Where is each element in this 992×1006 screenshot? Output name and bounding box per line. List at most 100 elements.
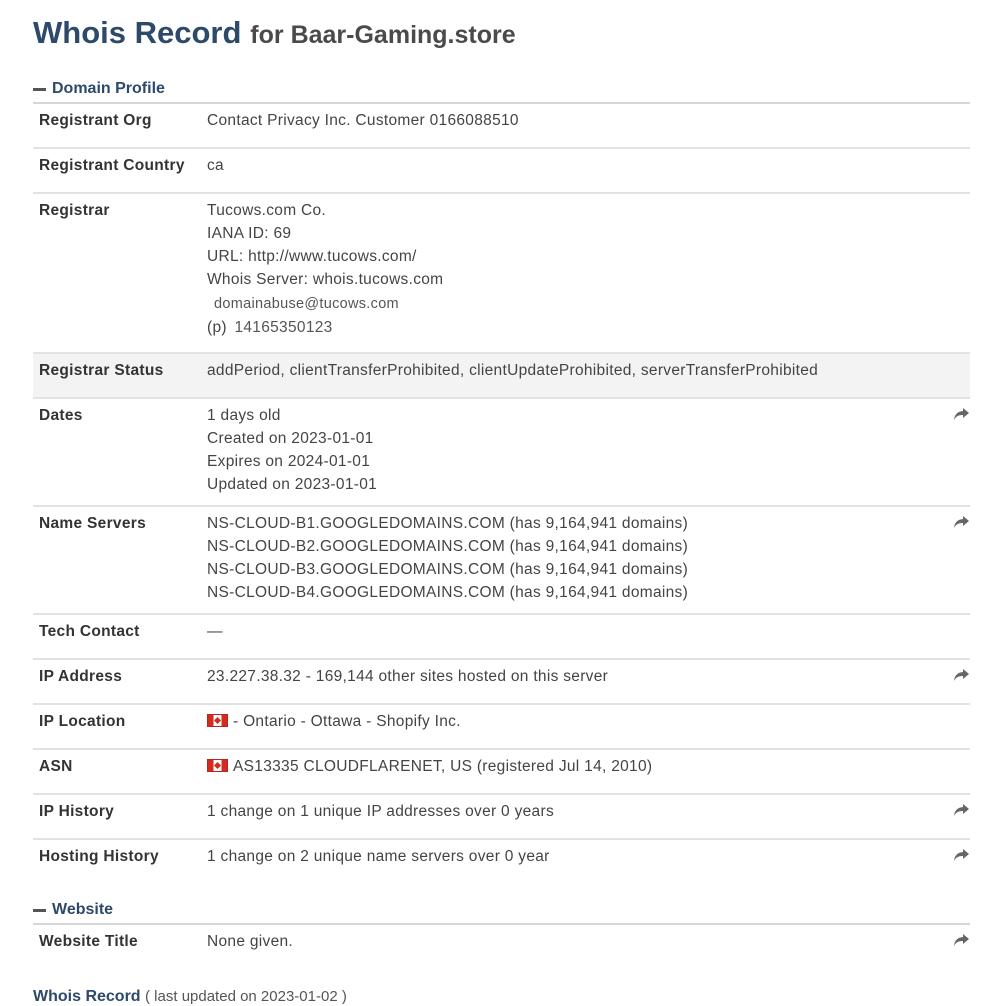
whois-page: Whois Record for Baar-Gaming.store Domai… bbox=[33, 0, 970, 1006]
last-updated-note: ( last updated on 2023-01-02 ) bbox=[145, 988, 347, 1005]
registrar-url: URL: http://www.tucows.com/ bbox=[207, 248, 417, 265]
section-website[interactable]: Website bbox=[33, 897, 970, 923]
tech-contact-value: — bbox=[207, 623, 223, 640]
row-value: ca bbox=[207, 148, 944, 194]
minus-icon[interactable] bbox=[33, 908, 46, 912]
row-label: IP Address bbox=[33, 659, 207, 705]
row-value: Tucows.com Co. IANA ID: 69 URL: http://w… bbox=[207, 193, 944, 354]
share-arrow-icon[interactable] bbox=[953, 803, 970, 818]
dates-created: Created on 2023-01-01 bbox=[207, 430, 374, 447]
page-title-domain: for Baar-Gaming.store bbox=[250, 21, 516, 49]
row-label: IP History bbox=[33, 794, 207, 840]
ip-address-value: 23.227.38.32 - 169,144 other sites hoste… bbox=[207, 668, 609, 685]
row-action-cell bbox=[944, 794, 970, 840]
row-action-cell bbox=[944, 704, 970, 750]
row-action-cell bbox=[944, 103, 970, 149]
page-title-main: Whois Record bbox=[33, 15, 242, 50]
row-label: Hosting History bbox=[39, 848, 159, 865]
row-label: Registrar bbox=[33, 193, 207, 354]
registrar-phone: (p) 14165350123 bbox=[207, 318, 944, 342]
row-value: 23.227.38.32 - 169,144 other sites hoste… bbox=[207, 659, 944, 705]
row-value: 1 change on 1 unique IP addresses over 0… bbox=[207, 794, 944, 840]
canada-flag-icon bbox=[207, 759, 228, 772]
minus-icon[interactable] bbox=[33, 87, 46, 91]
section-domain-profile-label: Domain Profile bbox=[52, 80, 165, 97]
page-title: Whois Record for Baar-Gaming.store bbox=[33, 0, 970, 64]
row-value: Contact Privacy Inc. Customer 0166088510 bbox=[207, 103, 944, 149]
row-label: Registrant Country bbox=[33, 148, 207, 194]
row-value: 1 change on 2 unique name servers over 0… bbox=[207, 839, 944, 883]
registrant-org-value: Contact Privacy Inc. Customer 0166088510 bbox=[207, 112, 519, 129]
row-dates: Dates 1 days old Created on 2023-01-01 E… bbox=[33, 398, 970, 507]
registrant-country-value: ca bbox=[207, 157, 224, 174]
row-value: - Ontario - Ottawa - Shopify Inc. bbox=[207, 704, 944, 750]
row-action-cell bbox=[944, 148, 970, 194]
share-arrow-icon[interactable] bbox=[953, 407, 970, 422]
section-domain-profile[interactable]: Domain Profile bbox=[33, 76, 970, 102]
row-label: Registrar Status bbox=[33, 353, 207, 399]
row-name-servers: Name Servers NS-CLOUD-B1.GOOGLEDOMAINS.C… bbox=[33, 506, 970, 615]
row-value: NS-CLOUD-B1.GOOGLEDOMAINS.COM (has 9,164… bbox=[207, 506, 944, 615]
website-table: Website Title None given. bbox=[33, 923, 970, 968]
whois-footer: Whois Record ( last updated on 2023-01-0… bbox=[33, 988, 970, 1006]
row-asn: ASN AS13335 CLOUDFLARENET, US (registere… bbox=[33, 749, 970, 795]
row-label: Name Servers bbox=[33, 506, 207, 615]
registrar-iana: IANA ID: 69 bbox=[207, 225, 292, 242]
row-registrar-status: Registrar Status addPeriod, clientTransf… bbox=[33, 353, 970, 399]
row-ip-address: IP Address 23.227.38.32 - 169,144 other … bbox=[33, 659, 970, 705]
row-action-cell bbox=[944, 353, 970, 399]
section-website-label: Website bbox=[52, 901, 114, 918]
dates-updated: Updated on 2023-01-01 bbox=[207, 476, 378, 493]
registrar-email: domainabuse@tucows.com bbox=[214, 296, 399, 312]
row-ip-history: IP History 1 change on 1 unique IP addre… bbox=[33, 794, 970, 840]
row-label: ASN bbox=[33, 749, 207, 795]
row-value: — bbox=[207, 614, 944, 660]
row-hosting-history: Hosting History 1 change on 2 unique nam… bbox=[33, 839, 970, 883]
row-label: Registrant Org bbox=[33, 103, 207, 149]
share-arrow-icon[interactable] bbox=[953, 933, 970, 948]
domain-profile-table: Registrant Org Contact Privacy Inc. Cust… bbox=[33, 102, 970, 883]
row-action-cell bbox=[944, 614, 970, 660]
row-website-title: Website Title None given. bbox=[33, 924, 970, 968]
canada-flag-icon bbox=[207, 714, 228, 727]
row-ip-location: IP Location - Ontario - Ottawa - Shopify… bbox=[33, 704, 970, 750]
row-registrant-org: Registrant Org Contact Privacy Inc. Cust… bbox=[33, 103, 970, 149]
phone-value: 14165350123 bbox=[234, 319, 333, 336]
name-server-item: NS-CLOUD-B4.GOOGLEDOMAINS.COM (has 9,164… bbox=[207, 584, 689, 601]
row-registrar: Registrar Tucows.com Co. IANA ID: 69 URL… bbox=[33, 193, 970, 354]
asn-line: AS13335 CLOUDFLARENET, US (registered Ju… bbox=[207, 758, 944, 781]
share-arrow-icon[interactable] bbox=[953, 668, 970, 683]
row-label: Dates bbox=[33, 398, 207, 507]
dates-age: 1 days old bbox=[207, 407, 281, 424]
row-action-cell bbox=[944, 193, 970, 354]
whois-record-link[interactable]: Whois Record bbox=[33, 988, 141, 1005]
row-action-cell bbox=[944, 839, 970, 883]
dates-expires: Expires on 2024-01-01 bbox=[207, 453, 371, 470]
row-action-cell bbox=[944, 398, 970, 507]
registrar-name: Tucows.com Co. bbox=[207, 202, 327, 219]
name-server-item: NS-CLOUD-B3.GOOGLEDOMAINS.COM (has 9,164… bbox=[207, 561, 689, 578]
row-action-cell bbox=[944, 659, 970, 705]
row-registrant-country: Registrant Country ca bbox=[33, 148, 970, 194]
row-label: Website Title bbox=[39, 933, 138, 950]
row-value: None given. bbox=[207, 924, 944, 968]
name-server-item: NS-CLOUD-B2.GOOGLEDOMAINS.COM (has 9,164… bbox=[207, 538, 689, 555]
name-server-item: NS-CLOUD-B1.GOOGLEDOMAINS.COM (has 9,164… bbox=[207, 515, 689, 532]
asn-value: AS13335 CLOUDFLARENET, US (registered Ju… bbox=[233, 758, 653, 775]
row-label: IP Location bbox=[33, 704, 207, 750]
row-value: AS13335 CLOUDFLARENET, US (registered Ju… bbox=[207, 749, 944, 795]
ip-location-line: - Ontario - Ottawa - Shopify Inc. bbox=[207, 713, 944, 736]
share-arrow-icon[interactable] bbox=[953, 515, 970, 530]
share-arrow-icon[interactable] bbox=[953, 848, 970, 863]
phone-label: (p) bbox=[207, 319, 227, 336]
ip-location-value: - Ontario - Ottawa - Shopify Inc. bbox=[233, 713, 461, 730]
ip-history-value: 1 change on 1 unique IP addresses over 0… bbox=[207, 803, 554, 820]
row-action-cell bbox=[944, 749, 970, 795]
row-action-cell bbox=[944, 924, 970, 968]
row-value: addPeriod, clientTransferProhibited, cli… bbox=[207, 353, 944, 399]
hosting-history-value: 1 change on 2 unique name servers over 0… bbox=[207, 848, 550, 865]
row-value: 1 days old Created on 2023-01-01 Expires… bbox=[207, 398, 944, 507]
registrar-status-value: addPeriod, clientTransferProhibited, cli… bbox=[207, 362, 819, 379]
registrar-whois-server: Whois Server: whois.tucows.com bbox=[207, 271, 444, 288]
row-label: Tech Contact bbox=[33, 614, 207, 660]
